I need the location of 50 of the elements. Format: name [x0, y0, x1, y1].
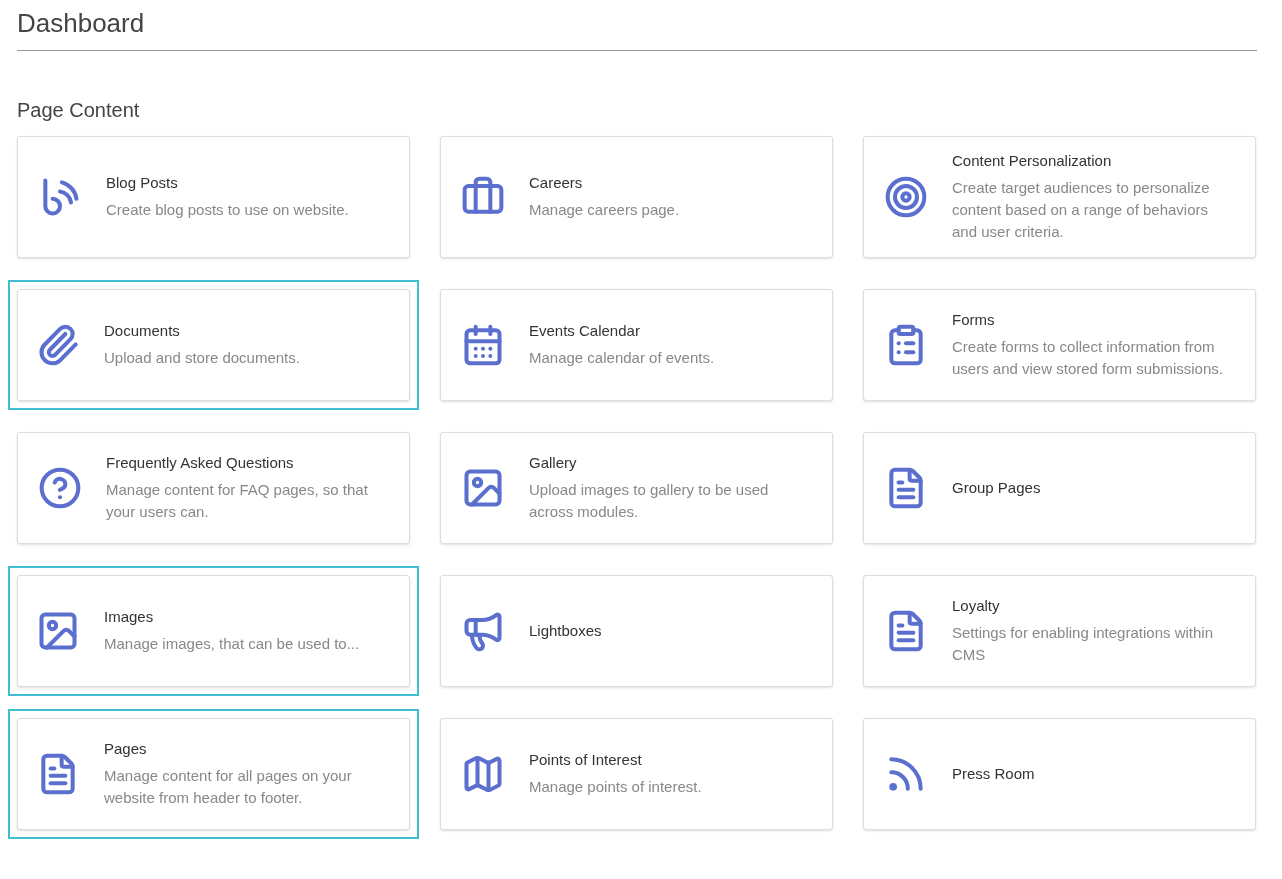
module-card[interactable]: Loyalty Settings for enabling integrations within CMS [863, 575, 1256, 687]
card-title: Documents [104, 321, 181, 341]
card-title: Blog Posts [106, 173, 179, 193]
card-description: Manage points of interest. [529, 777, 702, 797]
help-icon [38, 466, 82, 510]
module-card[interactable]: Lightboxes [440, 575, 833, 687]
card-description: Manage images, that can be used to... [104, 634, 360, 654]
card-description: Create target audiences to personalize content based on a range of behaviors and user criteria. [952, 178, 1211, 242]
megaphone-icon [461, 609, 505, 653]
section-title: Page Content [17, 98, 140, 123]
card-title: Forms [952, 310, 996, 330]
target-icon [884, 175, 928, 219]
image-icon [36, 609, 80, 653]
module-card[interactable]: Careers Manage careers page. [440, 136, 833, 258]
module-card[interactable]: Images Manage images, that can be used to... [17, 575, 410, 687]
card-description: Settings for enabling integrations within CMS [952, 623, 1214, 665]
card-title: Careers [529, 173, 584, 193]
module-card[interactable]: Points of Interest Manage points of interest. [440, 718, 833, 830]
module-card[interactable]: Events Calendar Manage calendar of events. [440, 289, 833, 401]
module-card[interactable]: Frequently Asked Questions Manage content for FAQ pages, so that your users can. [17, 432, 410, 544]
card-title: Lightboxes [529, 621, 602, 641]
card-title: Content Personalization [952, 151, 1113, 171]
module-card[interactable]: Documents Upload and store documents. [17, 289, 410, 401]
card-description: Manage careers page. [529, 200, 680, 220]
card-title: Points of Interest [529, 750, 643, 770]
card-description: Upload and store documents. [104, 348, 300, 368]
page-title: Dashboard [17, 7, 145, 40]
card-title: Events Calendar [529, 321, 641, 341]
module-card[interactable]: Group Pages [863, 432, 1256, 544]
card-description: Create forms to collect information from users and view stored form submissions. [952, 337, 1224, 379]
card-description: Manage calendar of events. [529, 348, 715, 368]
card-title: Frequently Asked Questions [106, 453, 295, 473]
calendar-icon [461, 323, 505, 367]
module-card[interactable]: Gallery Upload images to gallery to be used across modules. [440, 432, 833, 544]
card-title: Press Room [952, 764, 1035, 784]
module-card[interactable]: Pages Manage content for all pages on your website from header to footer. [17, 718, 410, 830]
module-card[interactable]: Press Room [863, 718, 1256, 830]
card-title: Group Pages [952, 478, 1041, 498]
image-icon [461, 466, 505, 510]
module-card[interactable]: Forms Create forms to collect information from users and view stored form submissions. [863, 289, 1256, 401]
card-title: Gallery [529, 453, 578, 473]
card-description: Create blog posts to use on website. [106, 200, 349, 220]
card-description: Manage content for FAQ pages, so that your users can. [106, 480, 369, 522]
card-description: Manage content for all pages on your website from header to footer. [104, 766, 353, 808]
card-title: Pages [104, 739, 148, 759]
module-card[interactable]: Blog Posts Create blog posts to use on website. [17, 136, 410, 258]
card-description: Upload images to gallery to be used across modules. [529, 480, 770, 522]
module-card[interactable]: Content Personalization Create target audiences to personalize content based on a range of behaviors and user criteria. [863, 136, 1256, 258]
card-title: Images [104, 607, 155, 627]
card-title: Loyalty [952, 596, 1001, 616]
